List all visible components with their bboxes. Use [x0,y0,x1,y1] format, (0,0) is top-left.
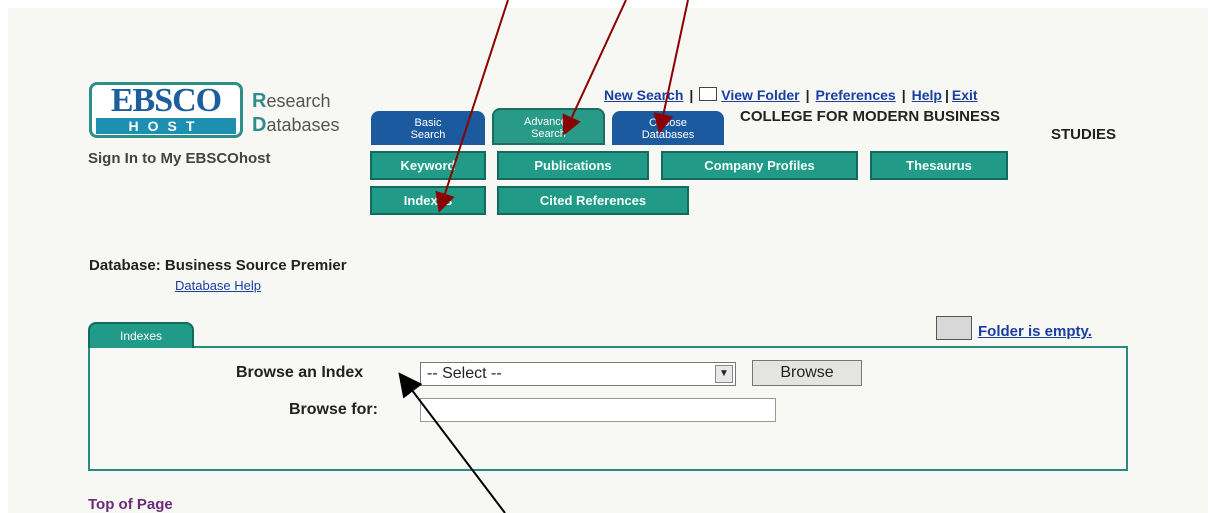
arrow-to-advanced-search [562,0,627,136]
arrow-to-browse-index [398,372,506,513]
arrow-to-choose-databases [653,0,689,134]
arrow-to-indexes [435,0,509,213]
annotation-arrows [398,0,689,513]
